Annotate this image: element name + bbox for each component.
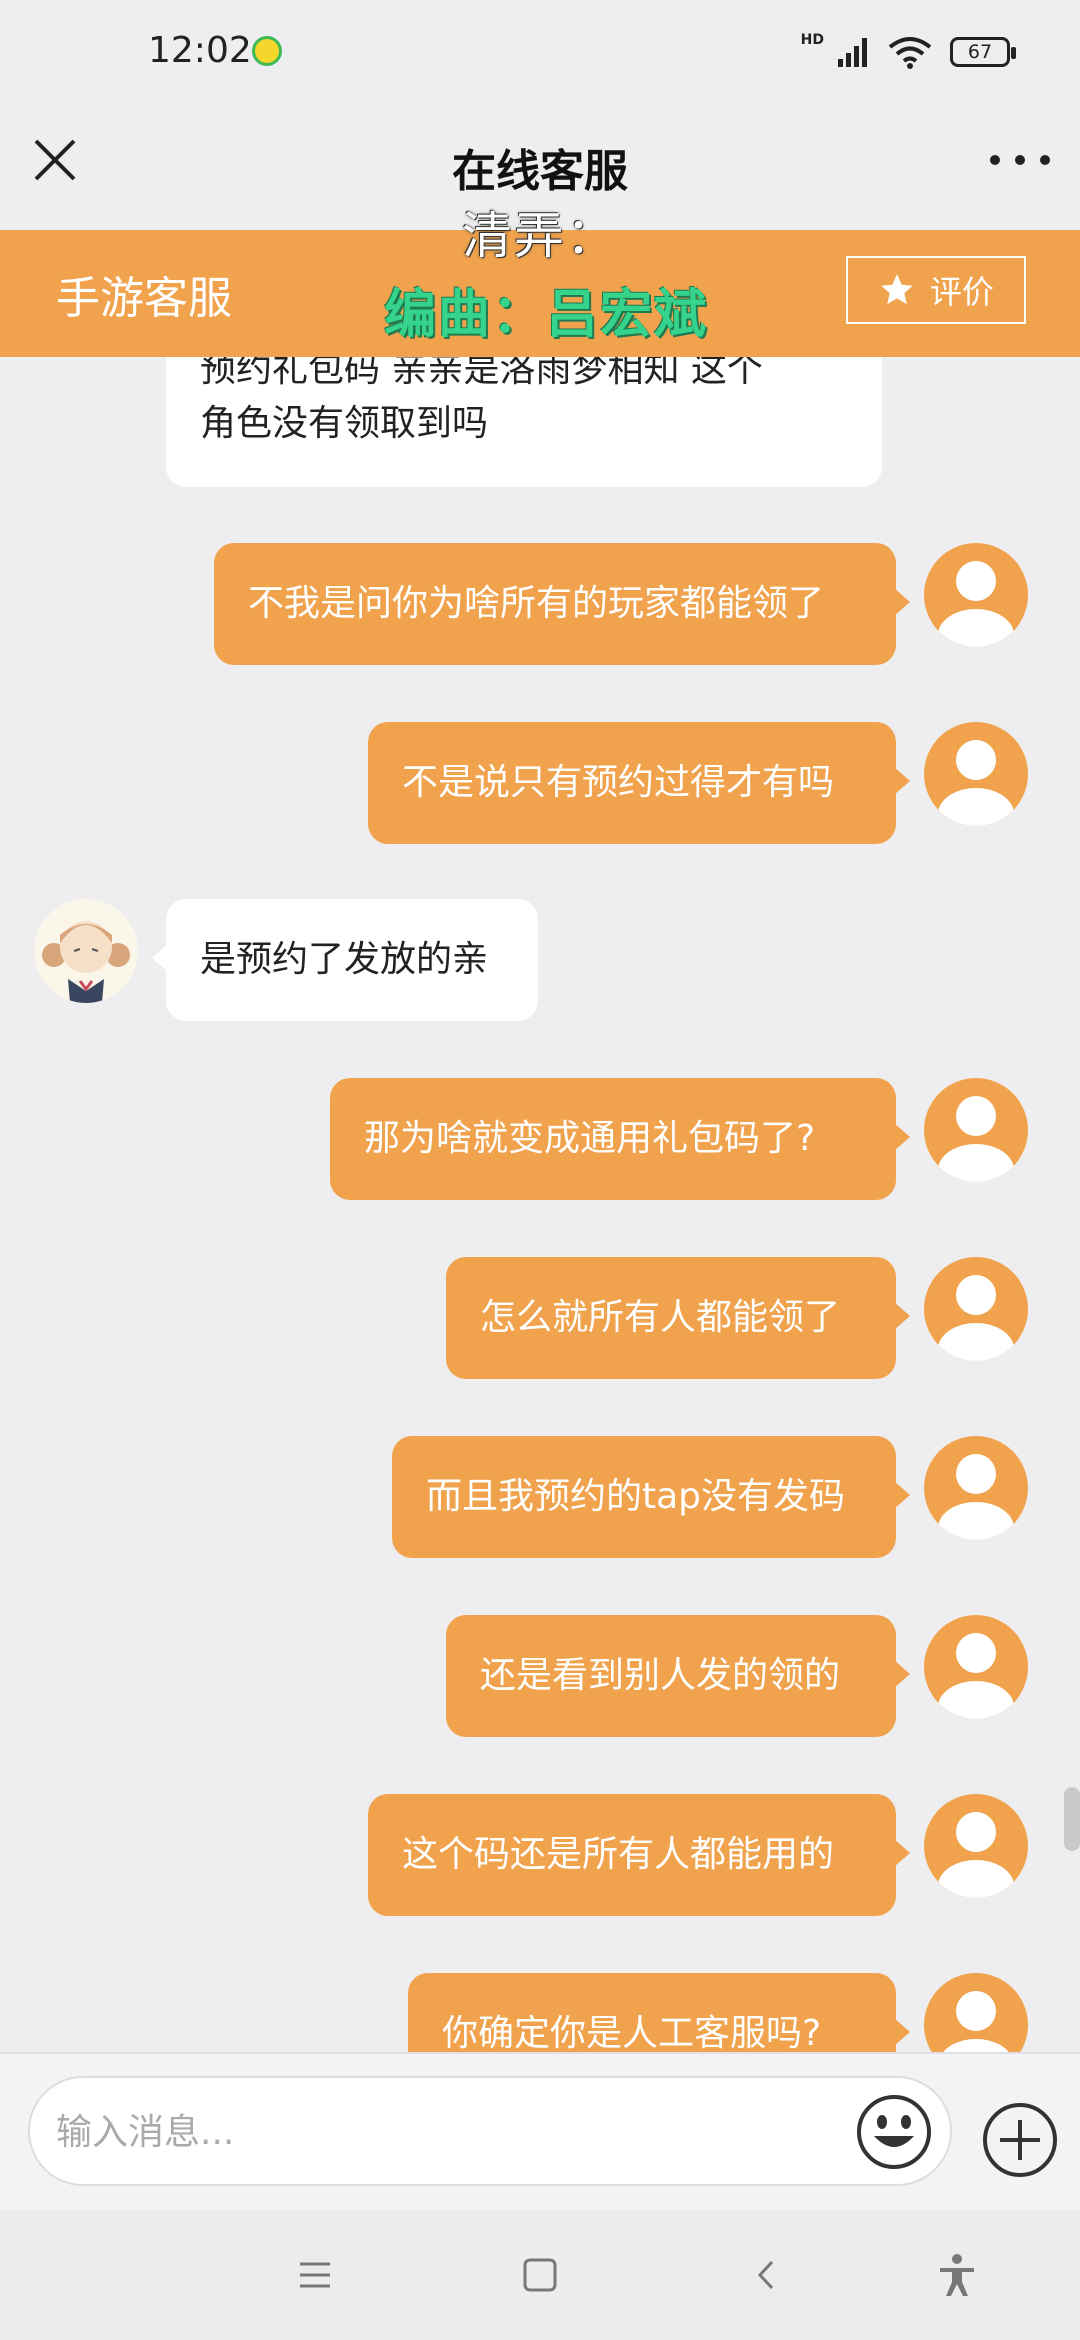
message-text: 预约礼包码 亲亲是洛雨梦相知 这个 [200, 357, 763, 390]
message-text: 那为啥就变成通用礼包码了? [364, 1118, 816, 1159]
system-nav-bar [0, 2210, 1080, 2340]
message-text: 不是说只有预约过得才有吗 [402, 762, 835, 803]
back-icon[interactable] [742, 2250, 792, 2300]
message-bubble-user: 而且我预约的tap没有发码 [392, 1436, 910, 1558]
message-text: 不我是问你为啥所有的玩家都能领了 [248, 583, 825, 624]
user-avatar [924, 543, 1028, 647]
rate-label: 评价 [929, 273, 994, 311]
message-bubble-user: 这个码还是所有人都能用的 [368, 1794, 910, 1916]
scrollbar-thumb[interactable] [1064, 1787, 1080, 1851]
service-name: 手游客服 [56, 273, 232, 324]
battery-icon: 67 [950, 37, 1016, 67]
status-bar: 12:02 HD 67 [0, 0, 1080, 105]
star-icon [881, 274, 913, 305]
message-text: 而且我预约的tap没有发码 [426, 1476, 846, 1517]
menu-icon[interactable] [290, 2250, 340, 2300]
more-options-icon[interactable] [990, 145, 1050, 175]
status-time: 12:02 [148, 30, 252, 71]
message-text: 这个码还是所有人都能用的 [402, 1834, 835, 1875]
accessibility-icon[interactable] [932, 2250, 982, 2300]
home-icon[interactable] [515, 2250, 565, 2300]
message-text: 你确定你是人工客服吗? [442, 2013, 822, 2052]
overlay-caption-1: 清弄： [462, 207, 618, 265]
message-input[interactable] [54, 2098, 838, 2166]
message-bubble-user: 还是看到别人发的领的 [446, 1615, 910, 1737]
overlay-caption-2: 编曲：吕宏斌 [384, 285, 709, 345]
rate-button[interactable]: 评价 [846, 256, 1026, 324]
message-bubble-user: 怎么就所有人都能领了 [446, 1257, 910, 1379]
user-avatar [924, 1794, 1028, 1898]
user-avatar [924, 1078, 1028, 1182]
signal-icon [838, 38, 867, 67]
page-title: 在线客服 [452, 146, 628, 197]
message-bubble-user: 不我是问你为啥所有的玩家都能领了 [214, 543, 910, 665]
message-bubble-agent: 是预约了发放的亲 [152, 899, 538, 1021]
message-text: 角色没有领取到吗 [200, 403, 489, 444]
agent-avatar [34, 899, 138, 1003]
status-icons: HD 67 [795, 30, 1016, 74]
user-avatar [924, 1615, 1028, 1719]
user-avatar [924, 1257, 1028, 1361]
hd-indicator: HD [800, 32, 824, 48]
battery-level: 67 [967, 41, 993, 63]
wifi-icon [888, 37, 932, 69]
emoji-icon[interactable] [854, 2092, 934, 2172]
message-text: 还是看到别人发的领的 [480, 1655, 841, 1696]
music-app-icon [252, 36, 282, 66]
chat-list[interactable]: 预约礼包码 亲亲是洛雨梦相知 这个 角色没有领取到吗 不我是问你为啥所有的玩家都… [0, 357, 1080, 2052]
message-bubble-user: 那为啥就变成通用礼包码了? [330, 1078, 910, 1200]
message-bubble-user: 不是说只有预约过得才有吗 [368, 722, 910, 844]
message-text: 怎么就所有人都能领了 [480, 1297, 841, 1338]
message-input-bar [0, 2052, 1080, 2212]
user-avatar [924, 1436, 1028, 1540]
user-avatar [924, 1973, 1028, 2052]
add-attachment-icon[interactable] [980, 2100, 1060, 2180]
user-avatar [924, 722, 1028, 826]
message-input-container [28, 2076, 952, 2186]
message-bubble-user: 你确定你是人工客服吗? [408, 1973, 910, 2052]
message-bubble-agent: 预约礼包码 亲亲是洛雨梦相知 这个 角色没有领取到吗 [166, 357, 882, 487]
message-text: 是预约了发放的亲 [200, 939, 489, 980]
